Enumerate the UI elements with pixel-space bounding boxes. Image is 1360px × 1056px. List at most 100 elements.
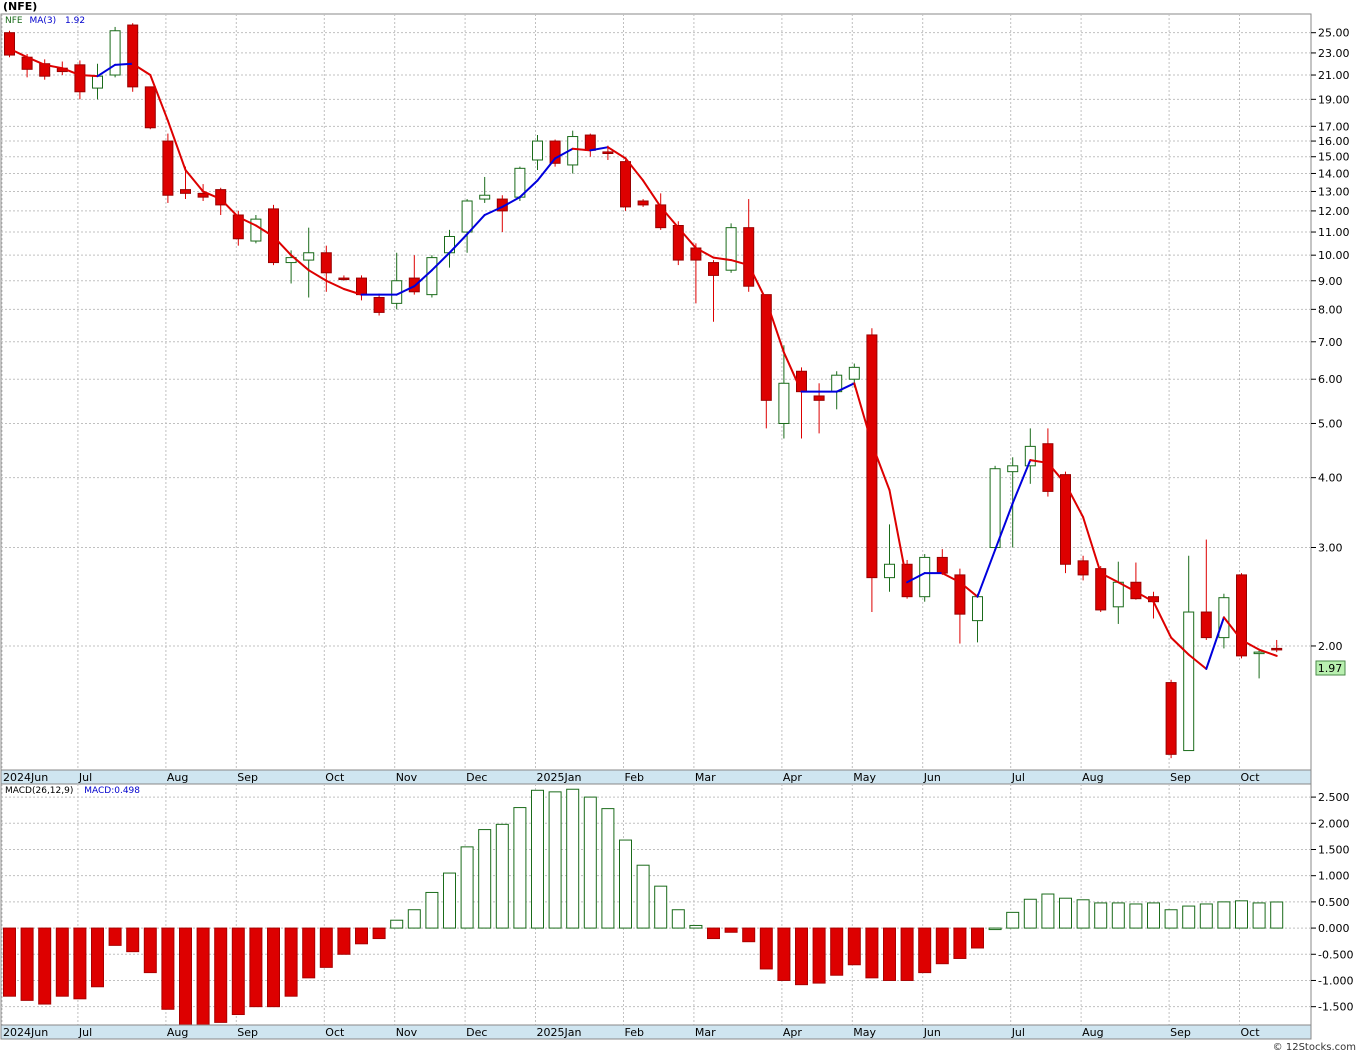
- price-x-label: Jul: [1011, 771, 1025, 784]
- macd-bar: [1023, 898, 1037, 929]
- macd-bar: [267, 927, 280, 1008]
- macd-bar: [407, 909, 421, 929]
- price-x-label: Nov: [396, 771, 418, 784]
- macd-tick-label: 1.000: [1318, 870, 1350, 883]
- candle-body: [725, 227, 737, 271]
- candle-body: [936, 556, 948, 574]
- price-tick-label: 19.00: [1318, 93, 1350, 106]
- price-x-label: Feb: [625, 771, 644, 784]
- price-x-label: Mar: [695, 771, 716, 784]
- price-tick-label: 16.00: [1318, 135, 1350, 148]
- macd-bar: [777, 927, 791, 981]
- macd-bar: [759, 927, 773, 970]
- macd-tick-label: 2.000: [1318, 817, 1350, 830]
- macd-x-label: 2025Jan: [537, 1026, 582, 1039]
- macd-x-label: Sep: [237, 1026, 258, 1039]
- macd-bar: [883, 927, 896, 981]
- macd-tick-label: 2.500: [1318, 791, 1350, 804]
- macd-bar: [460, 846, 474, 929]
- macd-bar: [443, 872, 456, 929]
- macd-x-label: Jul: [1011, 1026, 1025, 1039]
- candle-body: [637, 200, 649, 206]
- macd-bar: [988, 927, 1002, 931]
- price-tick-label: 12.00: [1318, 205, 1350, 218]
- macd-bar: [601, 808, 615, 929]
- candle-body: [1077, 560, 1089, 576]
- candle-body: [919, 556, 931, 598]
- price-x-label: May: [853, 771, 876, 784]
- macd-tick-label: -1.000: [1318, 974, 1353, 987]
- price-tick-label: 4.00: [1318, 472, 1343, 485]
- price-x-label: Aug: [167, 771, 188, 784]
- candle-body: [602, 151, 614, 155]
- candle-body: [127, 24, 139, 88]
- candle-body: [479, 194, 491, 200]
- price-tick-label: 25.00: [1318, 27, 1350, 40]
- macd-bar: [108, 927, 122, 946]
- candle-body: [532, 140, 543, 161]
- price-x-label: Jun: [923, 771, 941, 784]
- price-x-label: Jul: [78, 771, 92, 784]
- macd-title: MACD(26,12,9): [5, 786, 74, 796]
- macd-bar: [73, 927, 87, 1000]
- candle-body: [1060, 474, 1071, 565]
- candle-body: [989, 468, 1001, 549]
- macd-bar: [636, 864, 650, 929]
- macd-bar: [689, 924, 703, 929]
- macd-x-label: Oct: [1241, 1026, 1261, 1039]
- macd-bar: [865, 927, 879, 979]
- macd-bar: [3, 927, 16, 997]
- macd-bar: [707, 927, 720, 940]
- macd-bar: [1129, 903, 1143, 929]
- macd-bar: [1199, 903, 1213, 929]
- macd-bar: [1270, 901, 1284, 929]
- macd-bar: [372, 927, 386, 940]
- candle-body: [461, 200, 473, 233]
- price-tick-label: 6.00: [1318, 373, 1343, 386]
- price-tick-label: 5.00: [1318, 417, 1343, 430]
- chart-area: 25.00 23.00 21.00 19.00 17.00 16.00 15.00 14.00…: [0, 0, 1360, 1056]
- macd-bar: [1182, 905, 1196, 929]
- price-legend: NFE MA(3) 1.92: [5, 16, 85, 26]
- macd-bar: [143, 927, 157, 974]
- macd-bar: [1164, 909, 1178, 929]
- macd-x-label: Sep: [1170, 1026, 1191, 1039]
- macd-bar: [918, 927, 932, 974]
- macd-bar: [795, 927, 808, 986]
- macd-bar: [548, 791, 562, 929]
- legend-symbol: NFE: [5, 16, 23, 26]
- price-tick-label: 7.00: [1318, 336, 1343, 349]
- macd-bar: [231, 927, 245, 1016]
- watermark: © 12Stocks.com: [1272, 1042, 1356, 1053]
- price-x-label: 2025Jan: [537, 771, 582, 784]
- candle-body: [250, 218, 262, 242]
- price-tick-label: 13.00: [1318, 185, 1350, 198]
- candle-body: [92, 75, 103, 89]
- price-tick-label: 2.00: [1318, 640, 1343, 653]
- macd-bar: [724, 927, 738, 933]
- candle-body: [1271, 647, 1283, 651]
- price-x-label: Dec: [466, 771, 487, 784]
- macd-bar: [495, 823, 509, 929]
- macd-bar: [935, 927, 949, 965]
- macd-bar: [1111, 902, 1125, 929]
- macd-bar: [126, 927, 140, 953]
- last-price-tag: 1.97: [1318, 662, 1343, 675]
- macd-x-label: Nov: [396, 1026, 418, 1039]
- ma-line-segment: [78, 74, 99, 78]
- candle-body: [338, 277, 350, 281]
- candle-body: [1165, 682, 1177, 755]
- candle-body: [708, 262, 719, 276]
- candle-body: [303, 252, 315, 261]
- price-x-label: Apr: [783, 771, 803, 784]
- candle-body: [426, 257, 438, 296]
- macd-tick-label: -1.500: [1318, 1001, 1353, 1014]
- macd-bar: [284, 927, 298, 997]
- macd-tick-label: 0.000: [1318, 922, 1350, 935]
- candle-body: [778, 382, 790, 424]
- macd-bar: [1147, 902, 1160, 929]
- price-x-label: Oct: [1241, 771, 1261, 784]
- macd-value: MACD:0.498: [84, 786, 141, 796]
- macd-x-label: 2024Jun: [3, 1026, 48, 1039]
- macd-x-label: May: [853, 1026, 876, 1039]
